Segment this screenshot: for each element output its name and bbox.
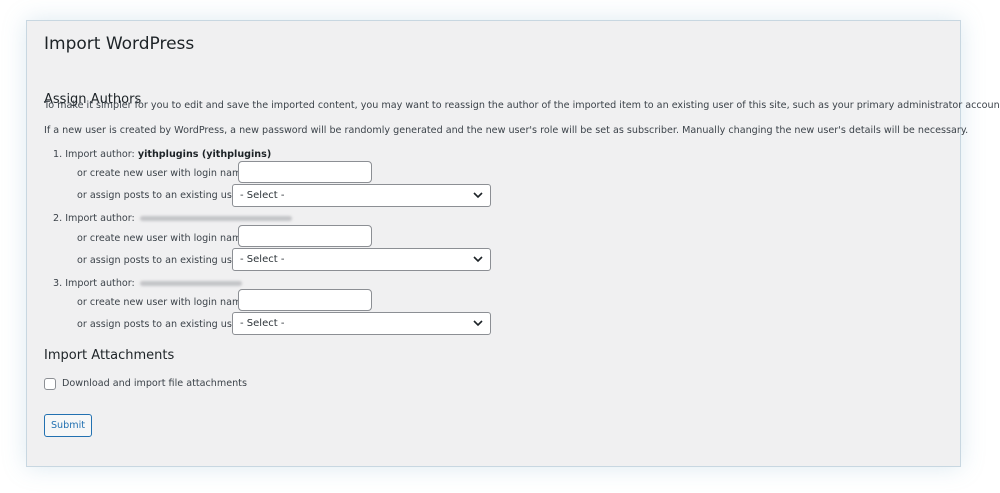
- new-login-name-input[interactable]: [238, 161, 372, 183]
- create-user-label: or create new user with login name:: [77, 297, 251, 308]
- import-author-1: 1. Import author: yithplugins (yithplugi…: [53, 149, 271, 160]
- assign-user-label: or assign posts to an existing user:: [77, 190, 245, 201]
- assign-authors-note: If a new user is created by WordPress, a…: [44, 125, 969, 136]
- import-author-2: 2. Import author:: [53, 213, 292, 224]
- import-author-prefix: 1. Import author:: [53, 149, 135, 160]
- import-author-name: yithplugins (yithplugins): [137, 149, 272, 160]
- create-user-label: or create new user with login name:: [77, 168, 251, 179]
- chevron-down-icon: [473, 320, 483, 327]
- chevron-down-icon: [473, 192, 483, 199]
- download-attachments-checkbox[interactable]: [44, 378, 56, 390]
- import-panel: Import WordPress Assign Authors To make …: [26, 20, 1000, 467]
- create-user-label: or create new user with login name:: [77, 233, 251, 244]
- select-value: - Select -: [240, 318, 285, 329]
- chevron-down-icon: [473, 256, 483, 263]
- assign-user-label: or assign posts to an existing user:: [77, 319, 245, 330]
- redacted-author-name: [139, 215, 292, 221]
- import-author-prefix: 3. Import author:: [53, 278, 135, 289]
- import-attachments-heading: Import Attachments: [44, 348, 175, 363]
- existing-user-select[interactable]: - Select -: [232, 248, 491, 271]
- download-attachments-label[interactable]: Download and import file attachments: [62, 378, 247, 389]
- redacted-author-name: [139, 280, 242, 286]
- select-value: - Select -: [240, 190, 285, 201]
- select-value: - Select -: [240, 254, 285, 265]
- import-author-3: 3. Import author:: [53, 278, 242, 289]
- new-login-name-input[interactable]: [238, 289, 372, 311]
- assign-user-label: or assign posts to an existing user:: [77, 255, 245, 266]
- new-login-name-input[interactable]: [238, 225, 372, 247]
- import-author-prefix: 2. Import author:: [53, 213, 135, 224]
- page-title: Import WordPress: [44, 34, 195, 54]
- existing-user-select[interactable]: - Select -: [232, 184, 491, 207]
- existing-user-select[interactable]: - Select -: [232, 312, 491, 335]
- assign-authors-intro: To make it simpler for you to edit and s…: [44, 100, 1000, 111]
- submit-button[interactable]: Submit: [44, 414, 92, 437]
